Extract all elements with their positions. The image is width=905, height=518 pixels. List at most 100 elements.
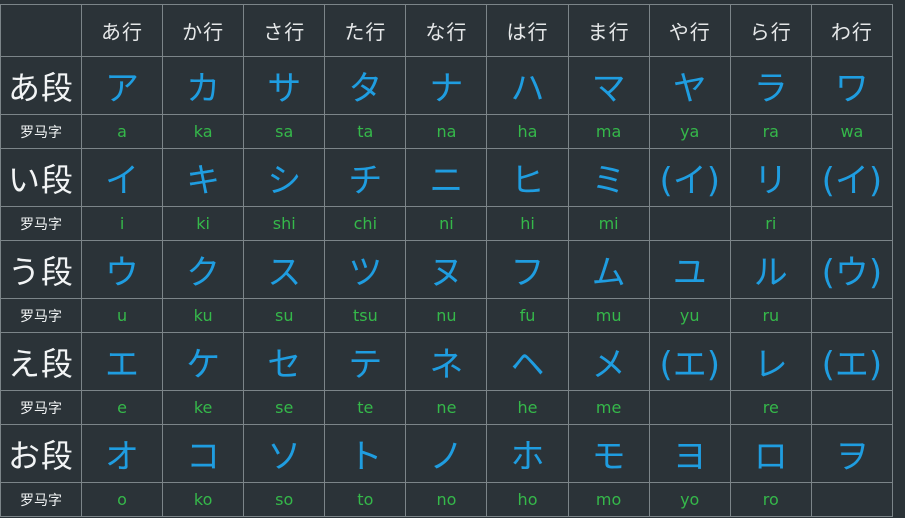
romaji-row: 罗马字 a ka sa ta na ha ma ya ra wa xyxy=(0,114,893,149)
kana-cell: (イ) xyxy=(648,148,731,207)
romaji-cell: ko xyxy=(162,482,245,517)
column-header: か行 xyxy=(162,4,245,57)
kana-cell: ム xyxy=(567,240,650,299)
romaji-cell: u xyxy=(80,298,164,333)
row-label: う段 xyxy=(0,240,82,299)
kana-cell: フ xyxy=(486,240,569,299)
romaji-cell: ka xyxy=(162,114,245,149)
kana-table-body: あ段アカサタナハマヤラワ罗马字 a ka sa ta na ha ma ya ra wa い段イキシチ… xyxy=(0,56,893,517)
kana-cell: ウ xyxy=(80,240,164,299)
kana-cell: ミ xyxy=(567,148,650,207)
romaji-cell: te xyxy=(324,390,407,425)
kana-cell: ク xyxy=(162,240,245,299)
kana-cell: ユ xyxy=(648,240,731,299)
column-header: た行 xyxy=(324,4,407,57)
column-header: あ行 xyxy=(80,4,164,57)
kana-cell: ヒ xyxy=(486,148,569,207)
kana-cell: コ xyxy=(162,424,245,483)
romaji-cell: se xyxy=(243,390,326,425)
romaji-cell: yo xyxy=(648,482,731,517)
romaji-cell: fu xyxy=(486,298,569,333)
kana-row: え段エケセテネヘメ (エ) レ (エ) xyxy=(0,332,893,391)
row-label: い段 xyxy=(0,148,82,207)
kana-cell: カ xyxy=(162,56,245,115)
kana-cell: ア xyxy=(80,56,164,115)
kana-cell: シ xyxy=(243,148,326,207)
romaji-cell xyxy=(810,298,893,333)
kana-cell: ラ xyxy=(729,56,812,115)
column-header: な行 xyxy=(405,4,488,57)
kana-cell: オ xyxy=(80,424,164,483)
kana-cell: ハ xyxy=(486,56,569,115)
romaji-cell: e xyxy=(80,390,164,425)
kana-cell: ヌ xyxy=(405,240,488,299)
romaji-cell: shi xyxy=(243,206,326,241)
romaji-cell: a xyxy=(80,114,164,149)
kana-cell: (イ) xyxy=(810,148,893,207)
kana-cell: ニ xyxy=(405,148,488,207)
romaji-cell: ha xyxy=(486,114,569,149)
romaji-cell: ma xyxy=(567,114,650,149)
kana-cell: ソ xyxy=(243,424,326,483)
romaji-row-label: 罗马字 xyxy=(0,390,82,425)
romaji-cell: ho xyxy=(486,482,569,517)
kana-cell: チ xyxy=(324,148,407,207)
column-header: わ行 xyxy=(810,4,893,57)
romaji-cell xyxy=(810,206,893,241)
romaji-row: 罗马字 e ke se te ne he me re xyxy=(0,390,893,425)
kana-cell: キ xyxy=(162,148,245,207)
romaji-row-label: 罗马字 xyxy=(0,298,82,333)
kana-cell: ヲ xyxy=(810,424,893,483)
romaji-cell: ku xyxy=(162,298,245,333)
kana-cell: ネ xyxy=(405,332,488,391)
katakana-chart: あ行 か行 さ行 た行 な行 は行 ま行 や行 ら行 わ行 あ段アカサタナハマヤ… xyxy=(0,0,905,518)
kana-cell: マ xyxy=(567,56,650,115)
kana-cell: ノ xyxy=(405,424,488,483)
kana-cell: ヘ xyxy=(486,332,569,391)
romaji-cell: ta xyxy=(324,114,407,149)
kana-cell: エ xyxy=(80,332,164,391)
romaji-cell: na xyxy=(405,114,488,149)
kana-cell: サ xyxy=(243,56,326,115)
romaji-cell: wa xyxy=(810,114,893,149)
romaji-row: 罗马字 u ku su tsu nu fu mu yu ru xyxy=(0,298,893,333)
romaji-cell: so xyxy=(243,482,326,517)
kana-cell: ナ xyxy=(405,56,488,115)
romaji-cell: ni xyxy=(405,206,488,241)
kana-cell: ロ xyxy=(729,424,812,483)
romaji-row-label: 罗马字 xyxy=(0,482,82,517)
kana-cell: (エ) xyxy=(810,332,893,391)
romaji-cell: chi xyxy=(324,206,407,241)
kana-row: あ段アカサタナハマヤラワ xyxy=(0,56,893,115)
kana-cell: レ xyxy=(729,332,812,391)
romaji-cell xyxy=(648,206,731,241)
column-header: ま行 xyxy=(567,4,650,57)
romaji-cell: yu xyxy=(648,298,731,333)
kana-cell: (ウ) xyxy=(810,240,893,299)
kana-cell: モ xyxy=(567,424,650,483)
romaji-cell: he xyxy=(486,390,569,425)
kana-cell: ツ xyxy=(324,240,407,299)
row-label: あ段 xyxy=(0,56,82,115)
kana-cell: ホ xyxy=(486,424,569,483)
romaji-cell: mo xyxy=(567,482,650,517)
romaji-row: 罗马字 o ko so to no ho mo yo ro xyxy=(0,482,893,517)
romaji-cell: su xyxy=(243,298,326,333)
romaji-cell: ke xyxy=(162,390,245,425)
romaji-row: 罗马字 i ki shi chi ni hi mi ri xyxy=(0,206,893,241)
romaji-cell: mi xyxy=(567,206,650,241)
romaji-cell: ya xyxy=(648,114,731,149)
romaji-cell: me xyxy=(567,390,650,425)
kana-cell: メ xyxy=(567,332,650,391)
column-header-row: あ行 か行 さ行 た行 な行 は行 ま行 や行 ら行 わ行 xyxy=(0,4,893,57)
column-header: や行 xyxy=(648,4,731,57)
romaji-cell: sa xyxy=(243,114,326,149)
romaji-cell: o xyxy=(80,482,164,517)
kana-cell: ト xyxy=(324,424,407,483)
kana-cell: ル xyxy=(729,240,812,299)
row-label: え段 xyxy=(0,332,82,391)
corner-cell xyxy=(0,4,82,57)
romaji-cell: i xyxy=(80,206,164,241)
row-label: お段 xyxy=(0,424,82,483)
romaji-cell: ra xyxy=(729,114,812,149)
